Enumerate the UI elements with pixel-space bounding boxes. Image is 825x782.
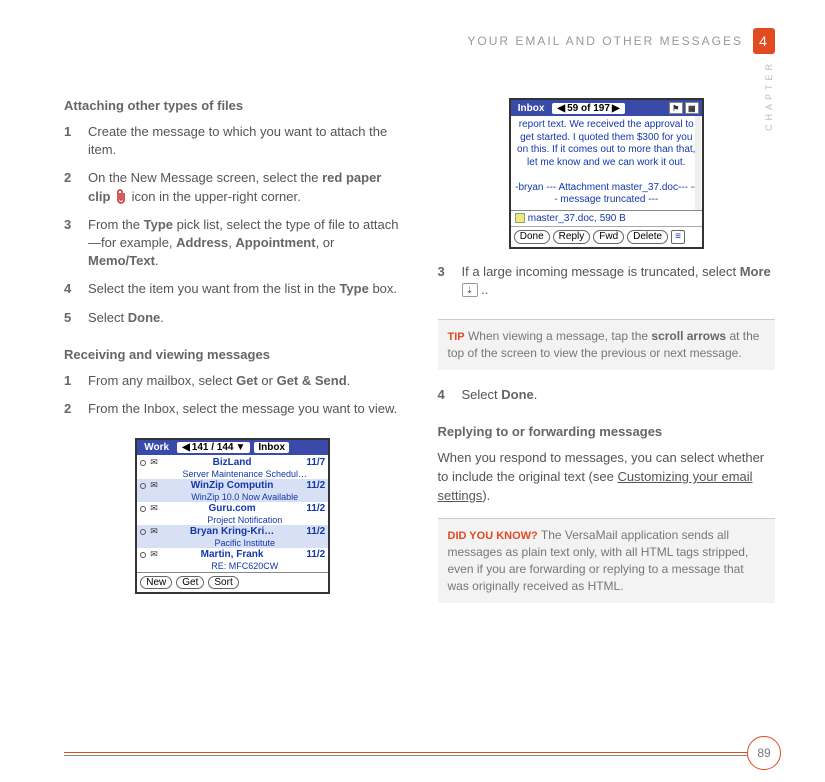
steps-truncated: 3If a large incoming message is truncate… bbox=[438, 263, 776, 299]
step-item: 4Select the item you want from the list … bbox=[64, 280, 402, 298]
message-subject: Pacific Institute bbox=[137, 538, 328, 548]
step-item: 5Select Done. bbox=[64, 309, 402, 327]
did-you-know-box: DID YOU KNOW? The VersaMail application … bbox=[438, 518, 776, 603]
palm-screenshot-work: Work ◀ 141 / 144 ▼ Inbox ✉BizLand11/7Ser… bbox=[135, 438, 330, 594]
palm-title: Inbox bbox=[514, 103, 549, 114]
tip-box: TIP When viewing a message, tap the scro… bbox=[438, 319, 776, 370]
step-item: 3From the Type pick list, select the typ… bbox=[64, 216, 402, 271]
steps-receiving: 1From any mailbox, select Get or Get & S… bbox=[64, 372, 402, 418]
unread-dot-icon bbox=[140, 529, 146, 535]
page-header: YOUR EMAIL AND OTHER MESSAGES 4 bbox=[467, 28, 775, 54]
scrollbar[interactable] bbox=[695, 116, 701, 210]
steps-attaching: 1Create the message to which you want to… bbox=[64, 123, 402, 327]
message-subject: RE: MFC620CW bbox=[137, 561, 328, 571]
chapter-number-badge: 4 bbox=[753, 28, 775, 54]
paperclip-icon bbox=[114, 189, 128, 205]
message-row[interactable]: ✉Guru.com11/2 bbox=[137, 502, 328, 515]
message-body: report text. We received the approval to… bbox=[511, 116, 702, 210]
step-item: 4Select Done. bbox=[438, 386, 776, 404]
unread-dot-icon bbox=[140, 460, 146, 466]
heading-attaching: Attaching other types of files bbox=[64, 98, 402, 113]
sort-button[interactable]: Sort bbox=[208, 576, 238, 589]
mail-icon: ✉ bbox=[150, 480, 158, 491]
mail-icon: ✉ bbox=[150, 503, 158, 514]
palm-nav: ◀ 59 of 197 ▶ bbox=[552, 103, 624, 114]
step-item: 2From the Inbox, select the message you … bbox=[64, 400, 402, 418]
more-icon: ⇣ bbox=[462, 283, 478, 297]
get-button[interactable]: Get bbox=[176, 576, 204, 589]
unread-dot-icon bbox=[140, 483, 146, 489]
message-row[interactable]: ✉Martin, Frank11/2 bbox=[137, 548, 328, 561]
chapter-label: CHAPTER bbox=[764, 60, 774, 131]
attachment-row[interactable]: master_37.doc, 590 B bbox=[511, 210, 702, 226]
step-item: 1Create the message to which you want to… bbox=[64, 123, 402, 159]
message-subject: WinZip 10.0 Now Available bbox=[137, 492, 328, 502]
palm-nav: ◀ 141 / 144 ▼ bbox=[177, 442, 250, 453]
section-title: YOUR EMAIL AND OTHER MESSAGES bbox=[467, 34, 743, 48]
page-footer: 89 bbox=[64, 752, 775, 758]
mail-icon: ✉ bbox=[150, 457, 158, 468]
menu-icon[interactable]: ≡ bbox=[671, 230, 685, 244]
unread-dot-icon bbox=[140, 552, 146, 558]
step-item: 2On the New Message screen, select the r… bbox=[64, 169, 402, 205]
done-button[interactable]: Done bbox=[514, 230, 550, 244]
page-number: 89 bbox=[747, 736, 781, 770]
heading-receiving: Receiving and viewing messages bbox=[64, 347, 402, 362]
unread-dot-icon bbox=[140, 506, 146, 512]
palm-title: Work bbox=[140, 442, 173, 453]
folder-dropdown[interactable]: Inbox bbox=[254, 442, 289, 453]
fwd-button[interactable]: Fwd bbox=[593, 230, 624, 244]
grid-icon: ▦ bbox=[685, 102, 699, 114]
message-subject: Project Notification bbox=[137, 515, 328, 525]
message-subject: Server Maintenance Schedul… bbox=[137, 469, 328, 479]
step-item: 3If a large incoming message is truncate… bbox=[438, 263, 776, 299]
dyk-label: DID YOU KNOW? bbox=[448, 530, 538, 542]
delete-button[interactable]: Delete bbox=[627, 230, 668, 244]
new-button[interactable]: New bbox=[140, 576, 172, 589]
file-icon bbox=[515, 213, 525, 223]
tip-label: TIP bbox=[448, 331, 465, 343]
message-row[interactable]: ✉Bryan Kring-Kri…11/2 bbox=[137, 525, 328, 538]
heading-replying: Replying to or forwarding messages bbox=[438, 424, 776, 439]
flag-icon: ⚑ bbox=[669, 102, 683, 114]
message-row[interactable]: ✉BizLand11/7 bbox=[137, 456, 328, 469]
reply-paragraph: When you respond to messages, you can se… bbox=[438, 449, 776, 506]
step-item: 1From any mailbox, select Get or Get & S… bbox=[64, 372, 402, 390]
reply-button[interactable]: Reply bbox=[553, 230, 591, 244]
mail-icon: ✉ bbox=[150, 549, 158, 560]
mail-icon: ✉ bbox=[150, 526, 158, 537]
step-done: 4Select Done. bbox=[438, 386, 776, 404]
message-row[interactable]: ✉WinZip Computin11/2 bbox=[137, 479, 328, 492]
palm-screenshot-inbox: Inbox ◀ 59 of 197 ▶ ⚑ ▦ report text. We … bbox=[509, 98, 704, 249]
